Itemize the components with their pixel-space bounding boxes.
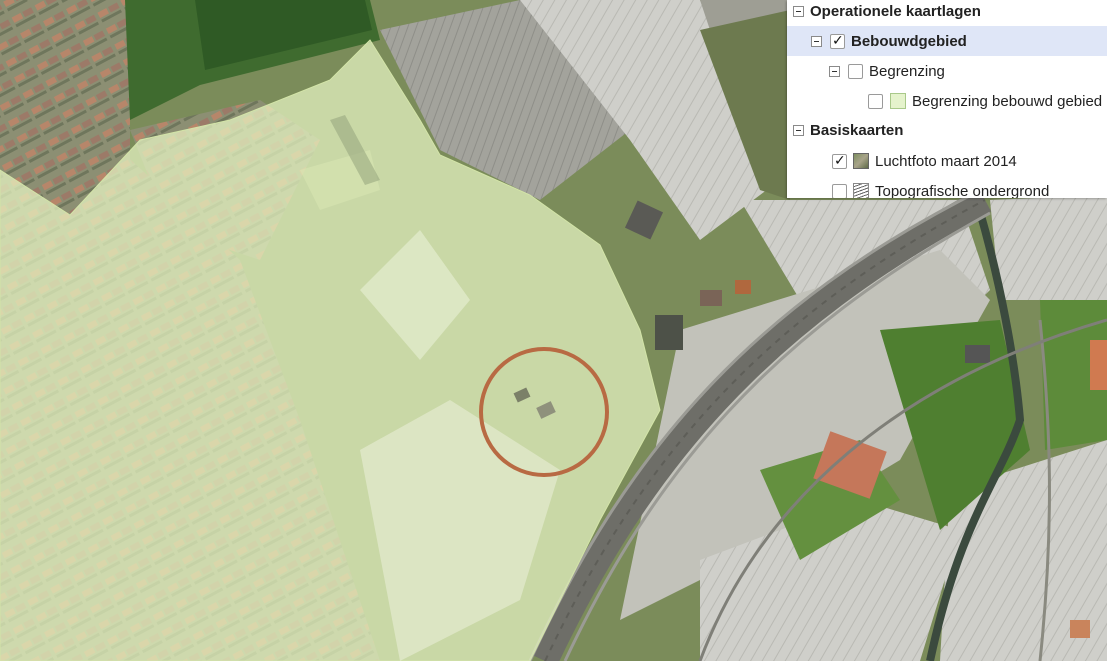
- layer-label: Bebouwdgebied: [851, 32, 967, 50]
- layer-begrenzing-bebouwd-gebied[interactable]: Begrenzing bebouwd gebied: [787, 86, 1107, 116]
- aerial-photo-icon: [853, 153, 869, 169]
- layer-luchtfoto[interactable]: Luchtfoto maart 2014: [787, 146, 1107, 176]
- layer-checkbox[interactable]: [832, 153, 847, 169]
- layer-bebouwdgebied[interactable]: Bebouwdgebied: [787, 26, 1107, 56]
- layer-label: Topografische ondergrond: [875, 182, 1050, 199]
- group-basiskaarten[interactable]: Basiskaarten: [787, 115, 1107, 145]
- collapse-icon[interactable]: [811, 35, 822, 47]
- layer-checkbox[interactable]: [830, 33, 845, 49]
- layer-checkbox[interactable]: [848, 63, 863, 79]
- layer-label: Luchtfoto maart 2014: [875, 152, 1017, 170]
- layer-label: Begrenzing: [869, 62, 945, 80]
- collapse-icon[interactable]: [793, 5, 804, 17]
- layer-begrenzing[interactable]: Begrenzing: [787, 56, 1107, 86]
- topographic-map-icon: [853, 183, 869, 198]
- layer-label: Begrenzing bebouwd gebied: [912, 92, 1103, 110]
- layer-checkbox[interactable]: [868, 93, 883, 109]
- group-label: Basiskaarten: [810, 121, 904, 139]
- layer-topografisch[interactable]: Topografische ondergrond: [787, 176, 1107, 198]
- legend-swatch-icon: [890, 93, 906, 109]
- layer-checkbox[interactable]: [832, 183, 847, 198]
- group-label: Operationele kaartlagen: [810, 2, 981, 20]
- collapse-icon[interactable]: [829, 65, 840, 77]
- collapse-icon[interactable]: [793, 124, 804, 136]
- layer-tree-panel: Operationele kaartlagen Bebouwdgebied Be…: [787, 0, 1107, 198]
- group-operational-layers[interactable]: Operationele kaartlagen: [787, 0, 1107, 26]
